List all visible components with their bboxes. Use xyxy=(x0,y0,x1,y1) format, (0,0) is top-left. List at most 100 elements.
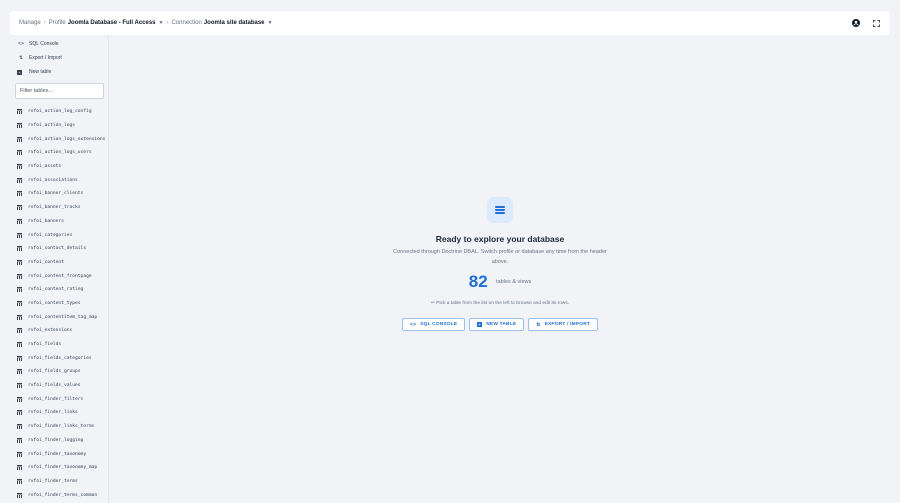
table-count-label: tables & views xyxy=(496,279,532,285)
table-name: rvfoi_assets xyxy=(28,164,62,170)
table-icon xyxy=(17,314,22,320)
table-count-value: 82 xyxy=(468,272,488,291)
button-label: SQL CONSOLE xyxy=(420,322,458,327)
table-list-item[interactable]: rvfoi_fields_categories xyxy=(10,351,108,365)
code-icon: <> xyxy=(18,41,24,47)
table-list-item[interactable]: rvfoi_action_logs xyxy=(10,119,108,133)
table-icon xyxy=(17,136,22,142)
table-list-item[interactable]: rvfoi_finder_filters xyxy=(10,392,108,406)
table-icon xyxy=(17,451,22,457)
table-name: rvfoi_finder_terms xyxy=(28,478,78,484)
table-list-item[interactable]: rvfoi_finder_terms xyxy=(10,475,108,489)
table-name: rvfoi_extensions xyxy=(28,328,73,334)
button-label: EXPORT / IMPORT xyxy=(544,322,591,327)
table-list-item[interactable]: rvfoi_fields_groups xyxy=(10,365,108,379)
table-name: rvfoi_banners xyxy=(28,218,64,224)
plus-square-icon: + xyxy=(17,69,22,75)
action-buttons: <> SQL CONSOLE + NEW TABLE ⇅ EXPORT / IM… xyxy=(110,318,890,331)
table-list-item[interactable]: rvfoi_finder_links_terms xyxy=(10,420,108,434)
table-list-item[interactable]: rvfoi_finder_taxonomy xyxy=(10,447,108,461)
table-icon xyxy=(17,410,22,416)
table-name: rvfoi_finder_logging xyxy=(28,437,84,443)
empty-state-title: Ready to explore your database xyxy=(435,234,565,244)
table-icon xyxy=(17,424,22,430)
breadcrumb-separator: › xyxy=(43,20,46,26)
table-name: rvfoi_action_log_config xyxy=(28,109,92,115)
table-name: rvfoi_banner_clients xyxy=(28,191,84,197)
table-icon xyxy=(17,342,22,348)
connection-selector[interactable]: Joomla site database xyxy=(204,20,265,26)
table-list-item[interactable]: rvfoi_associations xyxy=(10,173,108,187)
table-list-item[interactable]: rvfoi_contentitem_tag_map xyxy=(10,310,108,324)
table-list-item[interactable]: rvfoi_finder_logging xyxy=(10,434,108,448)
account-icon[interactable] xyxy=(851,18,861,28)
breadcrumb-separator: › xyxy=(166,20,169,26)
fullscreen-icon[interactable] xyxy=(871,18,881,28)
table-icon xyxy=(17,396,22,402)
table-list-item[interactable]: rvfoi_assets xyxy=(10,160,108,174)
table-list-item[interactable]: rvfoi_finder_terms_common xyxy=(10,488,108,502)
table-list-item[interactable]: rvfoi_action_logs_extensions xyxy=(10,132,108,146)
table-icon xyxy=(17,191,22,197)
table-icon xyxy=(17,437,22,443)
table-name: rvfoi_fields_values xyxy=(28,383,81,389)
sidebar: <> SQL Console ⇅ Export / Import + New t… xyxy=(10,35,109,503)
table-list-item[interactable]: rvfoi_fields_values xyxy=(10,379,108,393)
table-list: rvfoi_action_log_config rvfoi_action_logs… xyxy=(10,105,108,502)
chevron-down-icon[interactable]: ▼ xyxy=(159,20,164,26)
table-icon xyxy=(17,465,22,471)
chevron-down-icon[interactable]: ▼ xyxy=(268,20,273,26)
table-list-item[interactable]: rvfoi_fields xyxy=(10,338,108,352)
table-list-item[interactable]: rvfoi_banner_tracks xyxy=(10,201,108,215)
filter-tables-input[interactable] xyxy=(15,83,104,99)
table-name: rvfoi_finder_filters xyxy=(28,396,84,402)
code-icon: <> xyxy=(409,321,417,328)
table-icon xyxy=(17,355,22,361)
table-list-item[interactable]: rvfoi_content xyxy=(10,256,108,270)
top-bar: Manage › Profile Joomla Database - Full … xyxy=(10,11,890,35)
profile-label: Profile xyxy=(48,20,66,26)
table-icon xyxy=(17,300,22,306)
table-list-item[interactable]: rvfoi_action_logs_users xyxy=(10,146,108,160)
table-list-item[interactable]: rvfoi_content_frontpage xyxy=(10,269,108,283)
table-name: rvfoi_fields xyxy=(28,342,62,348)
table-icon xyxy=(17,383,22,389)
sidebar-action-label: Export / Import xyxy=(29,55,62,61)
table-list-item[interactable]: rvfoi_content_rating xyxy=(10,283,108,297)
table-name: rvfoi_associations xyxy=(28,177,78,183)
sql-console-button[interactable]: <> SQL CONSOLE xyxy=(401,318,466,331)
table-name: rvfoi_finder_taxonomy_map xyxy=(28,465,98,471)
table-name: rvfoi_content_frontpage xyxy=(28,273,92,279)
table-name: rvfoi_content_rating xyxy=(28,287,84,293)
table-list-item[interactable]: rvfoi_extensions xyxy=(10,324,108,338)
table-icon xyxy=(17,478,22,484)
table-list-item[interactable]: rvfoi_contact_details xyxy=(10,242,108,256)
table-list-item[interactable]: rvfoi_banner_clients xyxy=(10,187,108,201)
table-icon xyxy=(17,205,22,211)
breadcrumb-manage[interactable]: Manage xyxy=(19,20,41,26)
table-list-item[interactable]: rvfoi_finder_links xyxy=(10,406,108,420)
table-list-item[interactable]: rvfoi_finder_taxonomy_map xyxy=(10,461,108,475)
table-icon xyxy=(17,123,22,129)
profile-selector[interactable]: Joomla Database - Full Access xyxy=(68,20,156,26)
table-list-item[interactable]: rvfoi_banners xyxy=(10,215,108,229)
import-export-icon: ⇅ xyxy=(18,55,24,61)
table-name: rvfoi_content_types xyxy=(28,300,81,306)
new-table-link[interactable]: + New table xyxy=(10,65,108,79)
table-icon xyxy=(17,218,22,224)
table-name: rvfoi_fields_groups xyxy=(28,369,81,375)
table-icon xyxy=(17,492,22,498)
table-name: rvfoi_action_logs_extensions xyxy=(28,136,106,142)
table-name: rvfoi_fields_categories xyxy=(28,355,92,361)
table-name: rvfoi_finder_taxonomy xyxy=(28,451,87,457)
new-table-button[interactable]: + NEW TABLE xyxy=(469,318,525,331)
table-list-item[interactable]: rvfoi_categories xyxy=(10,228,108,242)
export-import-link[interactable]: ⇅ Export / Import xyxy=(10,51,108,65)
hint-label: Pick a table from the list on the left t… xyxy=(436,301,570,306)
table-list-item[interactable]: rvfoi_action_log_config xyxy=(10,105,108,119)
table-list-item[interactable]: rvfoi_content_types xyxy=(10,297,108,311)
button-label: NEW TABLE xyxy=(486,322,517,327)
sql-console-link[interactable]: <> SQL Console xyxy=(10,37,108,51)
table-name: rvfoi_content xyxy=(28,259,64,265)
export-import-button[interactable]: ⇅ EXPORT / IMPORT xyxy=(528,318,599,331)
